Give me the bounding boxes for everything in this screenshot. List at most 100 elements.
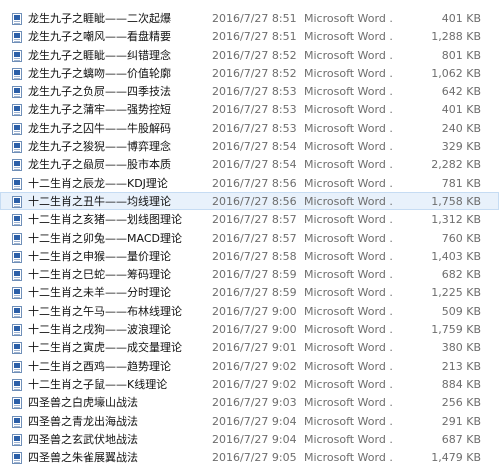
file-type: Microsoft Word ...: [304, 432, 392, 446]
file-size: 509 KB: [441, 304, 481, 318]
file-date-modified: 2016/7/27 8:53: [212, 85, 297, 99]
file-row[interactable]: 龙生九子之螭吻——价值轮廓 2016/7/27 8:52 Microsoft Wor…: [0, 64, 499, 82]
file-row[interactable]: 龙生九子之负屃——四季技法 2016/7/27 8:53 Microsoft Wor…: [0, 82, 499, 100]
file-row[interactable]: 四圣兽之朱雀展翼战法 2016/7/27 9:05 Microsoft Word .…: [0, 448, 499, 466]
file-row[interactable]: 十二生肖之酉鸡——趋势理论 2016/7/27 9:02 Microsoft Wor…: [0, 357, 499, 375]
file-list: 龙生九子之睚眦——二次起爆 2016/7/27 8:51 Microsoft Wor…: [0, 9, 499, 466]
file-type: Microsoft Word ...: [304, 323, 392, 337]
word-document-icon: [12, 324, 22, 337]
word-document-icon: [12, 433, 22, 446]
file-row[interactable]: 十二生肖之卯兔——MACD理论 2016/7/27 8:57 Microsoft W…: [0, 229, 499, 247]
file-size: 1,062 KB: [431, 66, 481, 80]
file-type: Microsoft Word ...: [304, 140, 392, 154]
file-name: 龙生九子之睚眦——二次起爆: [28, 12, 171, 25]
file-date-modified: 2016/7/27 9:04: [212, 414, 297, 428]
file-type: Microsoft Word ...: [304, 451, 392, 465]
file-name: 十二生肖之未羊——分时理论: [28, 286, 171, 300]
file-row[interactable]: 四圣兽之白虎壕山战法 2016/7/27 9:03 Microsoft Word .…: [0, 393, 499, 411]
file-size: 760 KB: [441, 231, 481, 245]
file-type: Microsoft Word ...: [304, 268, 392, 282]
file-name: 龙生九子之蒲牢——强势控短: [28, 103, 171, 117]
file-date-modified: 2016/7/27 8:53: [212, 121, 297, 135]
file-type: Microsoft Word ...: [304, 249, 392, 263]
file-name: 龙生九子之囚牛——牛股解码: [28, 121, 171, 135]
file-size: 256 KB: [441, 396, 481, 410]
file-date-modified: 2016/7/27 8:57: [212, 231, 297, 245]
file-row[interactable]: 十二生肖之丑牛——均线理论 2016/7/27 8:56 Microsoft Wor…: [0, 191, 499, 211]
file-type: Microsoft Word ...: [304, 121, 392, 135]
word-document-icon: [12, 31, 22, 44]
word-document-icon: [12, 177, 22, 190]
file-row[interactable]: 龙生九子之赑屃——股市本质 2016/7/27 8:54 Microsoft Wor…: [0, 155, 499, 173]
file-row[interactable]: 十二生肖之未羊——分时理论 2016/7/27 8:59 Microsoft Wor…: [0, 283, 499, 301]
word-document-icon: [12, 195, 22, 208]
file-size: 1,479 KB: [431, 451, 481, 465]
word-document-icon: [12, 214, 22, 227]
word-document-icon: [12, 269, 22, 282]
file-size: 401 KB: [441, 12, 481, 25]
file-type: Microsoft Word ...: [304, 304, 392, 318]
file-row[interactable]: 十二生肖之辰龙——KDJ理论 2016/7/27 8:56 Microsoft Wo…: [0, 174, 499, 192]
file-name: 十二生肖之午马——布林线理论: [28, 304, 182, 318]
file-row[interactable]: 四圣兽之青龙出海战法 2016/7/27 9:04 Microsoft Word .…: [0, 412, 499, 430]
file-row[interactable]: 十二生肖之午马——布林线理论 2016/7/27 9:00 Microsoft Wo…: [0, 302, 499, 320]
word-document-icon: [12, 415, 22, 428]
file-name: 十二生肖之亥猪——划线图理论: [28, 213, 182, 227]
file-type: Microsoft Word ...: [304, 377, 392, 391]
file-name: 十二生肖之酉鸡——趋势理论: [28, 359, 171, 373]
file-date-modified: 2016/7/27 8:56: [212, 194, 297, 208]
file-row[interactable]: 龙生九子之囚牛——牛股解码 2016/7/27 8:53 Microsoft Wor…: [0, 119, 499, 137]
file-date-modified: 2016/7/27 8:52: [212, 48, 297, 62]
file-type: Microsoft Word ...: [304, 176, 392, 190]
file-name: 龙生九子之赑屃——股市本质: [28, 158, 171, 172]
file-size: 884 KB: [441, 377, 481, 391]
file-date-modified: 2016/7/27 9:00: [212, 323, 297, 337]
file-size: 401 KB: [441, 103, 481, 117]
file-row[interactable]: 十二生肖之亥猪——划线图理论 2016/7/27 8:57 Microsoft Wo…: [0, 210, 499, 228]
file-name: 十二生肖之戌狗——波浪理论: [28, 323, 171, 337]
file-type: Microsoft Word ...: [304, 396, 392, 410]
word-document-icon: [12, 122, 22, 135]
file-row[interactable]: 龙生九子之睚眦——二次起爆 2016/7/27 8:51 Microsoft Wor…: [0, 9, 499, 27]
file-size: 1,403 KB: [431, 249, 481, 263]
file-row[interactable]: 龙生九子之蒲牢——强势控短 2016/7/27 8:53 Microsoft Wor…: [0, 100, 499, 118]
file-date-modified: 2016/7/27 9:04: [212, 432, 297, 446]
file-date-modified: 2016/7/27 9:01: [212, 341, 297, 355]
file-name: 龙生九子之嘲风——看盘精要: [28, 30, 171, 44]
file-row[interactable]: 十二生肖之戌狗——波浪理论 2016/7/27 9:00 Microsoft Wor…: [0, 320, 499, 338]
word-document-icon: [12, 49, 22, 62]
file-name: 十二生肖之巳蛇——筹码理论: [28, 268, 171, 282]
word-document-icon: [12, 342, 22, 355]
file-date-modified: 2016/7/27 9:00: [212, 304, 297, 318]
file-date-modified: 2016/7/27 8:59: [212, 268, 297, 282]
file-row[interactable]: 龙生九子之睚眦——纠错理念 2016/7/27 8:52 Microsoft Wor…: [0, 46, 499, 64]
word-document-icon: [12, 250, 22, 263]
file-name: 十二生肖之卯兔——MACD理论: [28, 231, 182, 245]
file-name: 龙生九子之负屃——四季技法: [28, 85, 171, 99]
file-row[interactable]: 龙生九子之狻猊——博弈理念 2016/7/27 8:54 Microsoft Wor…: [0, 137, 499, 155]
file-name: 四圣兽之玄武伏地战法: [28, 432, 138, 446]
file-date-modified: 2016/7/27 8:52: [212, 66, 297, 80]
file-row[interactable]: 四圣兽之玄武伏地战法 2016/7/27 9:04 Microsoft Word .…: [0, 430, 499, 448]
file-row[interactable]: 十二生肖之寅虎——成交量理论 2016/7/27 9:01 Microsoft Wo…: [0, 338, 499, 356]
file-name: 十二生肖之丑牛——均线理论: [28, 194, 171, 208]
file-size: 380 KB: [441, 341, 481, 355]
file-row[interactable]: 十二生肖之巳蛇——筹码理论 2016/7/27 8:59 Microsoft Wor…: [0, 265, 499, 283]
file-type: Microsoft Word ...: [304, 194, 392, 208]
file-type: Microsoft Word ...: [304, 359, 392, 373]
file-size: 1,225 KB: [431, 286, 481, 300]
file-type: Microsoft Word ...: [304, 213, 392, 227]
file-name: 龙生九子之螭吻——价值轮廓: [28, 66, 171, 80]
word-document-icon: [12, 360, 22, 373]
file-type: Microsoft Word ...: [304, 30, 392, 44]
file-row[interactable]: 龙生九子之嘲风——看盘精要 2016/7/27 8:51 Microsoft Wor…: [0, 27, 499, 45]
file-row[interactable]: 十二生肖之子鼠——K线理论 2016/7/27 9:02 Microsoft Wor…: [0, 375, 499, 393]
file-name: 十二生肖之寅虎——成交量理论: [28, 341, 182, 355]
file-size: 291 KB: [441, 414, 481, 428]
file-date-modified: 2016/7/27 8:53: [212, 103, 297, 117]
file-row[interactable]: 十二生肖之申猴——量价理论 2016/7/27 8:58 Microsoft Wor…: [0, 247, 499, 265]
file-type: Microsoft Word ...: [304, 286, 392, 300]
file-type: Microsoft Word ...: [304, 85, 392, 99]
file-date-modified: 2016/7/27 8:54: [212, 158, 297, 172]
file-date-modified: 2016/7/27 8:51: [212, 12, 297, 25]
